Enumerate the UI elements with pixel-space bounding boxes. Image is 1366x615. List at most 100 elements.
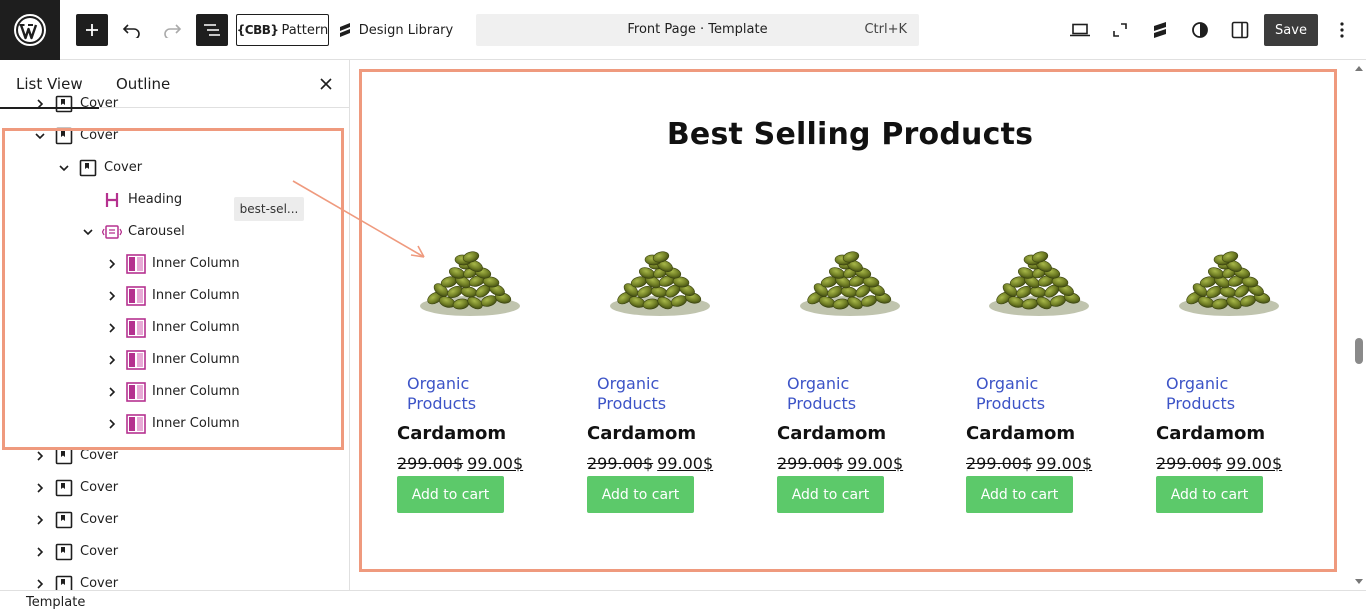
chevron-right-icon[interactable] (32, 576, 48, 590)
fullscreen-button[interactable] (1104, 14, 1136, 46)
product-name[interactable]: Cardamom (777, 423, 886, 444)
undo-button[interactable] (116, 14, 148, 46)
list-view-row-label: Cover (80, 576, 119, 590)
chevron-right-icon[interactable] (32, 96, 48, 112)
list-view-row-cover[interactable]: Cover (0, 504, 349, 536)
list-view-row-label: Inner Column (152, 352, 240, 367)
product-card: Organic Products Cardamom 299.00$ 99.00$ Add… (966, 220, 1136, 520)
expand-icon (1113, 23, 1127, 37)
section-heading[interactable]: Best Selling Products (360, 117, 1340, 152)
list-view-row-inner-column[interactable]: Inner Column (0, 408, 349, 440)
old-price: 299.00$ (587, 454, 654, 473)
chevron-right-icon[interactable] (32, 480, 48, 496)
list-view-row-cover[interactable]: Cover (0, 88, 349, 120)
list-view-row-cover[interactable]: Cover (0, 472, 349, 504)
product-name[interactable]: Cardamom (587, 423, 696, 444)
canvas-scrollbar[interactable] (1353, 60, 1366, 590)
sale-price: 99.00$ (467, 454, 524, 473)
product-image[interactable] (1174, 230, 1284, 330)
cover-icon (54, 126, 74, 146)
list-view-row-label: Cover (80, 448, 119, 463)
styles-button[interactable] (1184, 14, 1216, 46)
chevron-right-icon[interactable] (104, 256, 120, 272)
block-inserter-button[interactable] (76, 14, 108, 46)
chevron-down-icon[interactable] (80, 224, 96, 240)
product-name[interactable]: Cardamom (397, 423, 506, 444)
product-name[interactable]: Cardamom (966, 423, 1075, 444)
scroll-up-arrow-icon[interactable] (1355, 66, 1363, 71)
list-view-row-label: Inner Column (152, 384, 240, 399)
settings-sidebar-button[interactable] (1224, 14, 1256, 46)
editor-toolbar: {CBB} Pattern Design Library Front Page … (0, 0, 1366, 60)
product-image[interactable] (605, 230, 715, 330)
old-price: 299.00$ (1156, 454, 1223, 473)
list-view-row-inner-column[interactable]: Inner Column (0, 248, 349, 280)
list-view-row-cover[interactable]: Cover (0, 152, 349, 184)
chevron-down-icon[interactable] (56, 160, 72, 176)
chevron-down-icon[interactable] (32, 128, 48, 144)
document-overview-button[interactable] (196, 14, 228, 46)
product-card: Organic Products Cardamom 299.00$ 99.00$ Add… (777, 220, 947, 520)
laptop-icon (1070, 23, 1090, 37)
chevron-right-icon[interactable] (32, 512, 48, 528)
undo-icon (122, 24, 140, 38)
wordpress-logo-icon[interactable] (0, 0, 60, 60)
chevron-right-icon[interactable] (104, 352, 120, 368)
stackable-settings-button[interactable] (1144, 14, 1176, 46)
breadcrumb-template[interactable]: Template (26, 595, 85, 610)
list-view-row-inner-column[interactable]: Inner Column (0, 280, 349, 312)
cover-icon (54, 446, 74, 466)
old-price: 299.00$ (397, 454, 464, 473)
command-palette-bar[interactable]: Front Page · Template Ctrl+K (476, 14, 919, 46)
chevron-right-icon[interactable] (104, 288, 120, 304)
chevron-right-icon[interactable] (32, 448, 48, 464)
chevron-right-icon[interactable] (104, 384, 120, 400)
list-view-row-cover[interactable]: Cover (0, 120, 349, 152)
sale-price: 99.00$ (1036, 454, 1093, 473)
chevron-right-icon[interactable] (104, 416, 120, 432)
product-category-link[interactable]: Organic Products (1166, 374, 1286, 414)
product-image[interactable] (984, 230, 1094, 330)
list-view-row-label: Cover (80, 96, 119, 111)
product-name[interactable]: Cardamom (1156, 423, 1265, 444)
design-library-button[interactable]: Design Library (336, 14, 454, 46)
list-view-row-cover[interactable]: Cover (0, 440, 349, 472)
options-button[interactable] (1326, 14, 1358, 46)
product-category-link[interactable]: Organic Products (597, 374, 717, 414)
list-view-row-inner-column[interactable]: Inner Column (0, 312, 349, 344)
save-button[interactable]: Save (1264, 14, 1318, 46)
add-to-cart-button[interactable]: Add to cart (1156, 476, 1263, 513)
list-view-row-label: Inner Column (152, 416, 240, 431)
list-view-row-label: Cover (80, 512, 119, 527)
redo-icon (164, 24, 182, 38)
more-vertical-icon (1340, 22, 1344, 38)
list-view-row-inner-column[interactable]: Inner Column (0, 376, 349, 408)
add-to-cart-button[interactable]: Add to cart (587, 476, 694, 513)
product-category-link[interactable]: Organic Products (787, 374, 907, 414)
list-view-row-label: Cover (80, 544, 119, 559)
scrollbar-thumb[interactable] (1355, 338, 1363, 364)
add-to-cart-button[interactable]: Add to cart (777, 476, 884, 513)
stackable-logo-icon (1154, 22, 1166, 38)
list-view-row-label: Cover (80, 128, 119, 143)
add-to-cart-button[interactable]: Add to cart (966, 476, 1073, 513)
list-view-row-inner-column[interactable]: Inner Column (0, 344, 349, 376)
product-image[interactable] (795, 230, 905, 330)
pattern-button[interactable]: {CBB} Pattern (236, 14, 329, 46)
old-price: 299.00$ (966, 454, 1033, 473)
chevron-right-icon[interactable] (32, 544, 48, 560)
product-price: 299.00$ 99.00$ (397, 454, 523, 473)
redo-button[interactable] (156, 14, 188, 46)
chevron-right-icon[interactable] (104, 320, 120, 336)
list-view-row-label: Carousel (128, 224, 185, 239)
list-view-row-label: Inner Column (152, 256, 240, 271)
list-view-row-cover[interactable]: Cover (0, 568, 349, 590)
product-category-link[interactable]: Organic Products (976, 374, 1096, 414)
column-icon (126, 382, 146, 402)
list-view-row-cover[interactable]: Cover (0, 536, 349, 568)
add-to-cart-button[interactable]: Add to cart (397, 476, 504, 513)
product-category-link[interactable]: Organic Products (407, 374, 527, 414)
scroll-down-arrow-icon[interactable] (1355, 579, 1363, 584)
product-image[interactable] (415, 230, 525, 330)
device-preview-button[interactable] (1064, 14, 1096, 46)
